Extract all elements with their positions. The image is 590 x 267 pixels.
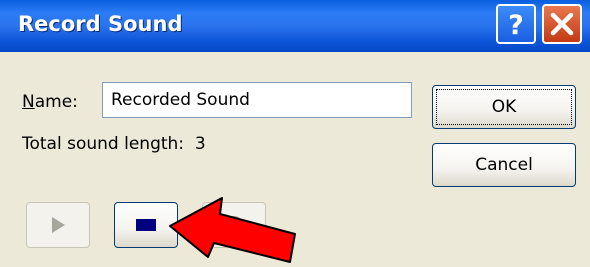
stop-icon bbox=[136, 219, 156, 231]
close-x-icon bbox=[550, 12, 574, 36]
stop-button[interactable] bbox=[114, 202, 178, 248]
ok-focus-ring: OK bbox=[436, 89, 572, 125]
total-length-label: Total sound length: 3 bbox=[22, 134, 206, 154]
play-icon bbox=[52, 217, 65, 233]
cancel-button[interactable]: Cancel bbox=[432, 143, 576, 187]
total-length-text: Total sound length: bbox=[22, 134, 185, 154]
name-input[interactable] bbox=[102, 82, 412, 118]
help-button[interactable]: ? bbox=[496, 4, 536, 44]
window-title: Record Sound bbox=[18, 12, 183, 36]
dialog-body: Name: Total sound length: 3 OK Cancel bbox=[0, 52, 590, 267]
ok-button-label: OK bbox=[491, 97, 517, 117]
record-icon bbox=[225, 216, 243, 234]
total-length-value: 3 bbox=[194, 134, 206, 154]
ok-button[interactable]: OK bbox=[432, 85, 576, 129]
title-bar[interactable]: Record Sound ? bbox=[0, 0, 590, 52]
play-button[interactable] bbox=[26, 202, 90, 248]
close-button[interactable] bbox=[542, 4, 582, 44]
record-sound-dialog: Record Sound ? Name: Total sound length:… bbox=[0, 0, 590, 267]
svg-text:?: ? bbox=[508, 10, 524, 39]
name-label: Name: bbox=[22, 92, 78, 112]
help-question-icon: ? bbox=[508, 10, 524, 39]
cancel-button-label: Cancel bbox=[475, 155, 533, 175]
record-button[interactable] bbox=[202, 202, 266, 248]
